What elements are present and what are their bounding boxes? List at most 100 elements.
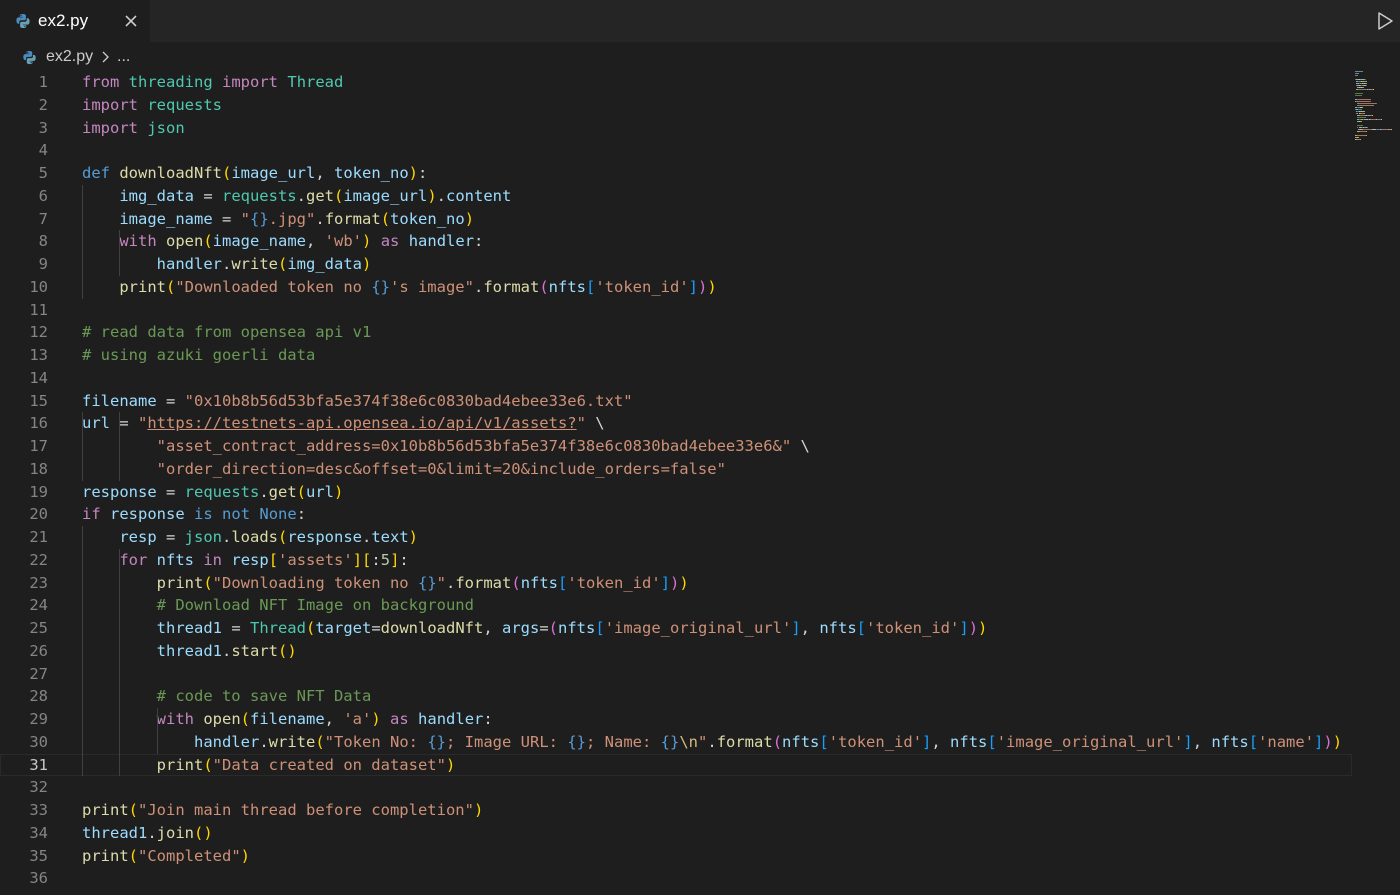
- minimap-mark: [1360, 71, 1363, 72]
- code-line[interactable]: 25 thread1 = Thread(target=downloadNft, …: [0, 617, 1352, 640]
- close-icon[interactable]: [121, 11, 141, 31]
- code-line[interactable]: 33 print("Join main thread before complet…: [0, 799, 1352, 822]
- code-token: =: [193, 186, 222, 205]
- code-line[interactable]: 10 print("Downloaded token no {}'s image…: [0, 276, 1352, 299]
- code-token: thread1: [82, 823, 148, 842]
- code-line[interactable]: 24 # Download NFT Image on background: [0, 594, 1352, 617]
- code-token: [: [856, 619, 867, 637]
- code-token: (: [203, 573, 213, 592]
- minimap-mark: [1358, 131, 1366, 132]
- code-line[interactable]: 31 print("Data created on dataset"): [0, 754, 1352, 777]
- code-line[interactable]: 19 response = requests.get(url): [0, 481, 1352, 504]
- line-code: url = "https://testnets-api.opensea.io/a…: [82, 412, 605, 435]
- code-token: write: [268, 732, 316, 751]
- code-line[interactable]: 34 thread1.join(): [0, 822, 1352, 845]
- code-line[interactable]: 2 import requests: [0, 94, 1352, 117]
- code-token: ): [1332, 732, 1343, 751]
- code-token: (: [380, 209, 391, 228]
- line-code: img_data = requests.get(image_url).conte…: [82, 185, 511, 208]
- code-line[interactable]: 30 handler.write("Token No: {}; Image UR…: [0, 731, 1352, 754]
- breadcrumb-symbols[interactable]: ...: [117, 48, 130, 66]
- code-token: as: [380, 232, 400, 251]
- minimap-mark: [1364, 79, 1366, 80]
- code-token: get: [268, 482, 297, 501]
- code-token: ): [334, 482, 344, 501]
- code-line[interactable]: 22 for nfts in resp['assets'][:5]:: [0, 549, 1352, 572]
- minimap-mark: [1373, 89, 1375, 90]
- code-token: ": [576, 414, 586, 433]
- code-token: ): [698, 277, 708, 296]
- code-token: is: [194, 505, 213, 524]
- code-token: 'image_original_url': [996, 732, 1184, 751]
- code-token: open: [203, 710, 241, 728]
- code-line[interactable]: 8 with open(image_name, 'wb') as handler…: [0, 230, 1352, 253]
- code-line[interactable]: 9 handler.write(img_data): [0, 253, 1352, 276]
- code-token: .: [436, 186, 447, 205]
- code-token: downloadNft: [380, 619, 484, 637]
- code-line[interactable]: 4: [0, 139, 1352, 162]
- code-line[interactable]: 6 img_data = requests.get(image_url).con…: [0, 185, 1352, 208]
- code-token: ]: [959, 619, 969, 637]
- code-token: .jpg": [268, 209, 316, 228]
- code-line[interactable]: 36: [0, 867, 1352, 890]
- code-line[interactable]: 20 if response is not None:: [0, 503, 1352, 526]
- code-token: \: [585, 414, 605, 433]
- code-line[interactable]: 29 with open(filename, 'a') as handler:: [0, 708, 1352, 731]
- code-token: ; Name:: [586, 732, 661, 751]
- code-token: .: [362, 528, 372, 546]
- code-token: ,: [483, 619, 502, 637]
- code-token: (: [128, 801, 139, 819]
- line-code: with open(image_name, 'wb') as handler:: [82, 230, 483, 253]
- code-token: resp: [231, 550, 269, 569]
- code-line[interactable]: 28 # code to save NFT Data: [0, 685, 1352, 708]
- minimap[interactable]: [1355, 71, 1397, 151]
- code-line[interactable]: 14: [0, 367, 1352, 390]
- code-line[interactable]: 21 resp = json.loads(response.text): [0, 526, 1352, 549]
- code-token: # using azuki goerli data: [82, 346, 316, 364]
- code-token: ]: [390, 550, 400, 569]
- code-token: ]: [1314, 732, 1324, 751]
- minimap-mark: [1372, 115, 1374, 116]
- code-line[interactable]: 23 print("Downloading token no {}".forma…: [0, 572, 1352, 595]
- code-line[interactable]: 17 "asset_contract_address=0x10b8b56d53b…: [0, 435, 1352, 458]
- code-line[interactable]: 16 url = "https://testnets-api.opensea.io…: [0, 412, 1352, 435]
- code-token: ): [445, 755, 456, 774]
- code-token: {}: [417, 573, 437, 592]
- python-file-icon: [16, 14, 30, 28]
- code-line[interactable]: 7 image_name = "{}.jpg".format(token_no): [0, 208, 1352, 231]
- code-line[interactable]: 13 # using azuki goerli data: [0, 344, 1352, 367]
- line-number: 25: [29, 619, 48, 637]
- code-line[interactable]: 35 print("Completed"): [0, 845, 1352, 868]
- indent-guide: [119, 548, 121, 777]
- line-number: 33: [29, 801, 48, 819]
- code-line[interactable]: 1 from threading import Thread: [0, 71, 1352, 94]
- code-line[interactable]: 5 def downloadNft(image_url, token_no):: [0, 162, 1352, 185]
- line-code: if response is not None:: [82, 503, 306, 526]
- code-token: format: [716, 732, 773, 751]
- line-number: 18: [29, 459, 48, 478]
- code-token: from: [82, 73, 120, 91]
- code-line[interactable]: 26 thread1.start(): [0, 640, 1352, 663]
- code-line[interactable]: 11: [0, 299, 1352, 322]
- tab-ex2-py[interactable]: ex2.py: [0, 0, 150, 42]
- code-line[interactable]: 12 # read data from opensea api v1: [0, 321, 1352, 344]
- indent-guide: [119, 412, 121, 481]
- breadcrumb-file[interactable]: ex2.py: [46, 48, 93, 66]
- code-editor[interactable]: 1 from threading import Thread 2 import req…: [0, 71, 1400, 895]
- code-token: {}: [567, 732, 586, 751]
- code-token: (: [203, 755, 213, 774]
- code-line[interactable]: 32: [0, 776, 1352, 799]
- code-line[interactable]: 15 filename = "0x10b8b56d53bfa5e374f38e6c…: [0, 390, 1352, 413]
- code-line[interactable]: 3 import json: [0, 117, 1352, 140]
- code-line[interactable]: 27: [0, 663, 1352, 686]
- code-token: # read data from opensea api v1: [82, 323, 372, 342]
- code-line[interactable]: 18 "order_direction=desc&offset=0&limit=…: [0, 458, 1352, 481]
- code-token: None: [259, 505, 297, 524]
- line-code: image_name = "{}.jpg".format(token_no): [82, 208, 474, 231]
- code-token: (: [166, 277, 176, 296]
- run-icon[interactable]: [1374, 10, 1396, 32]
